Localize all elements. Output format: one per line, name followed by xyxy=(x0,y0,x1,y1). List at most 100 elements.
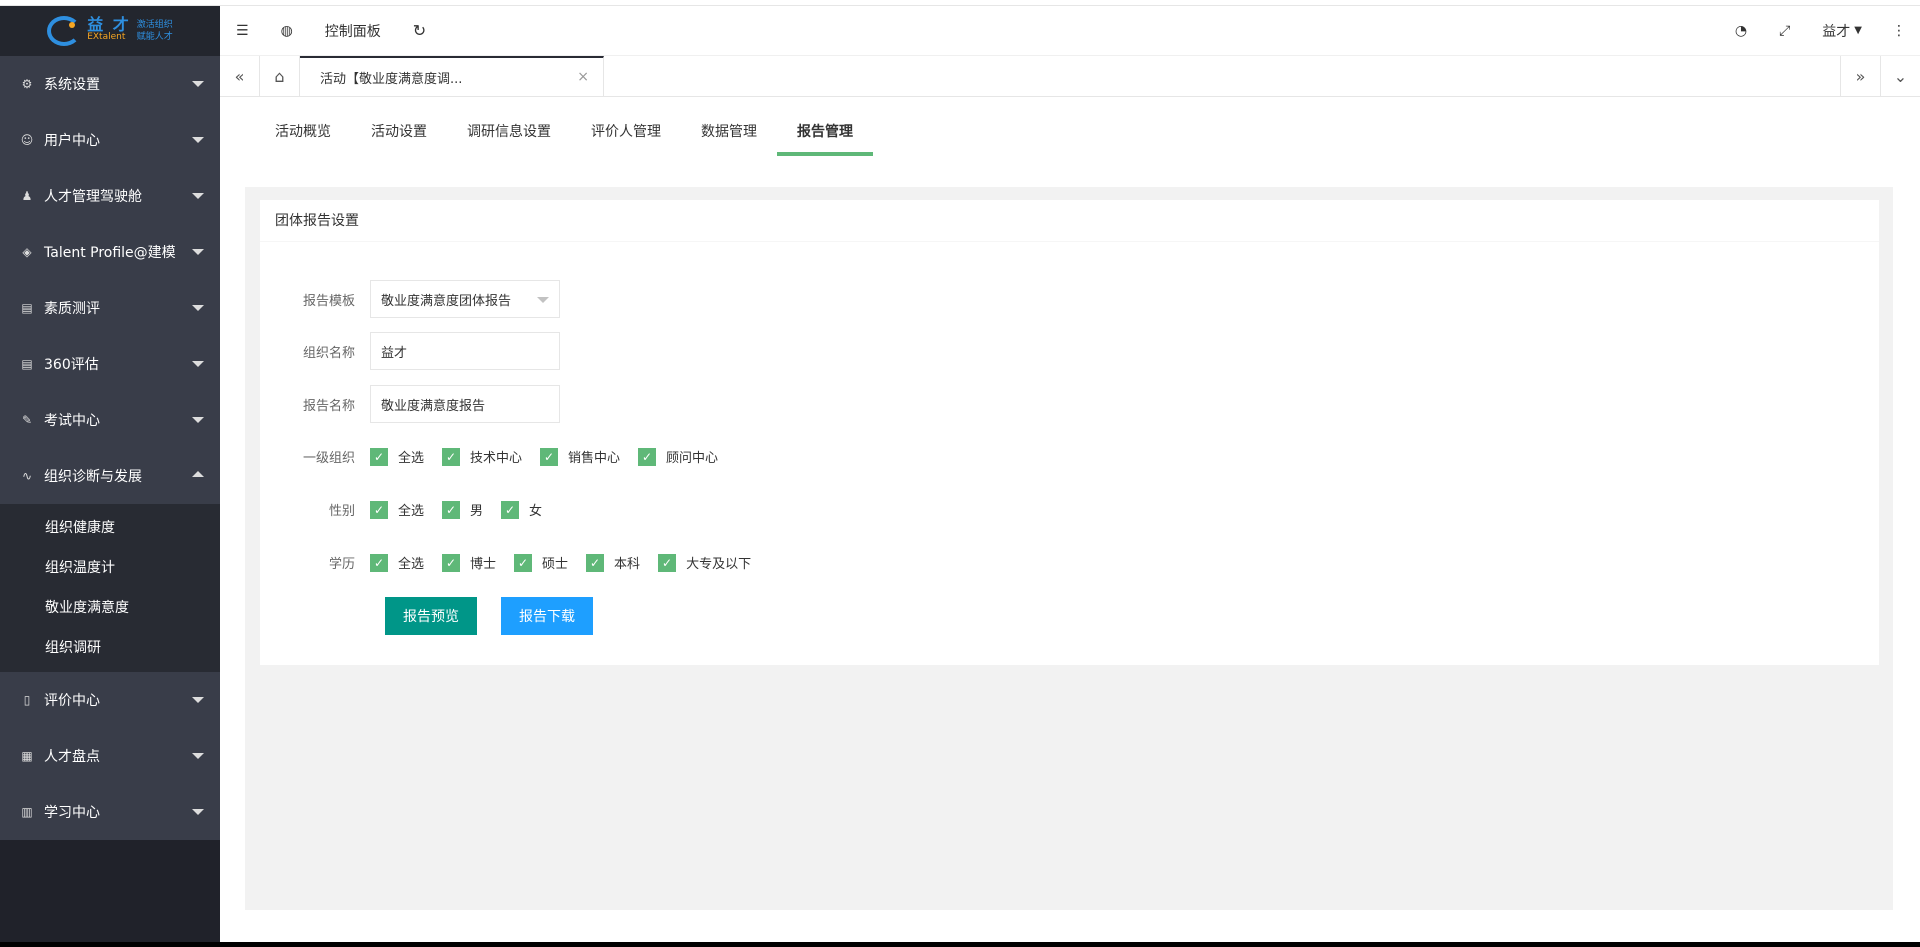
sidebar-submenu: 组织健康度 组织温度计 敬业度满意度 组织调研 xyxy=(0,504,220,672)
close-icon[interactable]: × xyxy=(577,69,589,85)
checkbox-master[interactable]: ✓ 硕士 xyxy=(514,553,568,572)
caret-down-icon xyxy=(537,297,549,303)
check-icon: ✓ xyxy=(370,500,388,519)
chevron-down-icon xyxy=(192,809,204,815)
chevron-down-icon xyxy=(192,193,204,199)
sidebar-menu: ⚙ 系统设置 ☺ 用户中心 ♟ 人才管理驾驶舱 ◈ Talent Profile@建模 … xyxy=(0,56,220,840)
sidebar-item-learning-center[interactable]: ▥ 学习中心 xyxy=(0,784,220,840)
logo[interactable]: 益 才 EXtalent 激活组织 赋能人才 xyxy=(0,6,220,56)
tabs-scroll-right-button[interactable]: » xyxy=(1840,56,1880,96)
report-name-input[interactable]: 敬业度满意度报告 xyxy=(370,385,560,423)
tab-activity-overview[interactable]: 活动概览 xyxy=(255,112,351,156)
sidebar-subitem-org-health[interactable]: 组织健康度 xyxy=(0,508,220,548)
sidebar-subitem-engagement[interactable]: 敬业度满意度 xyxy=(0,588,220,628)
check-icon: ✓ xyxy=(370,447,388,466)
checkbox-bachelor[interactable]: ✓ 本科 xyxy=(586,553,640,572)
sidebar-item-360[interactable]: ▤ 360评估 xyxy=(0,336,220,392)
sidebar-item-exam[interactable]: ✎ 考试中心 xyxy=(0,392,220,448)
sidebar-item-org-diagnosis[interactable]: ∿ 组织诊断与发展 xyxy=(0,448,220,504)
fullscreen-icon: ⤢ xyxy=(1779,22,1791,39)
checkbox-male[interactable]: ✓ 男 xyxy=(442,500,483,519)
logo-slogan-2: 赋能人才 xyxy=(136,32,173,42)
checkbox-sales-center[interactable]: ✓ 销售中心 xyxy=(540,447,620,466)
sidebar-item-user-center[interactable]: ☺ 用户中心 xyxy=(0,112,220,168)
report-download-button[interactable]: 报告下载 xyxy=(501,597,593,635)
dashboard-link[interactable]: 控制面板 xyxy=(309,6,397,56)
more-button[interactable]: ⋮ xyxy=(1878,6,1920,56)
checkbox-female[interactable]: ✓ 女 xyxy=(501,500,542,519)
check-icon: ✓ xyxy=(638,447,657,466)
website-button[interactable]: ◍ xyxy=(265,6,309,56)
home-icon: ⌂ xyxy=(274,66,285,86)
tab-evaluator-management[interactable]: 评价人管理 xyxy=(571,112,681,156)
chevron-down-icon xyxy=(192,81,204,87)
template-select[interactable]: 敬业度满意度团体报告 xyxy=(370,280,560,318)
user-menu[interactable]: 益才 ▼ xyxy=(1806,6,1878,56)
tablet-icon: ▯ xyxy=(23,693,31,707)
checkbox-edu-all[interactable]: ✓ 全选 xyxy=(370,553,424,572)
sidebar-subitem-org-thermometer[interactable]: 组织温度计 xyxy=(0,548,220,588)
clipboard-icon: ▤ xyxy=(21,357,33,371)
sidebar-item-evaluation-center[interactable]: ▯ 评价中心 xyxy=(0,672,220,728)
pulse-icon: ∿ xyxy=(21,469,33,483)
tab-current-activity[interactable]: 活动【敬业度满意度调... × xyxy=(300,56,604,96)
form-row-level1-org: 一级组织 ✓ 全选 ✓ 技术中心 ✓ 销售中心 ✓ 顾问中心 xyxy=(260,447,736,466)
logo-name-en: EXtalent xyxy=(87,32,126,42)
home-tab[interactable]: ⌂ xyxy=(260,56,300,96)
sidebar-item-assessment[interactable]: ▤ 素质测评 xyxy=(0,280,220,336)
grid-icon: ▦ xyxy=(21,749,33,763)
users-icon: ♟ xyxy=(21,189,33,203)
double-chevron-left-icon: « xyxy=(234,66,245,86)
book-icon: ▥ xyxy=(21,805,33,819)
tab-title: 活动【敬业度满意度调... xyxy=(320,71,463,87)
checkbox-consulting-center[interactable]: ✓ 顾问中心 xyxy=(638,447,718,466)
theme-button[interactable]: ◔ xyxy=(1719,6,1763,56)
fullscreen-button[interactable]: ⤢ xyxy=(1763,6,1806,56)
double-chevron-right-icon: » xyxy=(1855,66,1866,86)
chevron-down-icon xyxy=(192,753,204,759)
more-vertical-icon: ⋮ xyxy=(1892,22,1906,39)
tab-survey-info-settings[interactable]: 调研信息设置 xyxy=(447,112,571,156)
checkbox-level1-all[interactable]: ✓ 全选 xyxy=(370,447,424,466)
sidebar-item-talent-cockpit[interactable]: ♟ 人才管理驾驶舱 xyxy=(0,168,220,224)
check-icon: ✓ xyxy=(586,553,605,572)
check-icon: ✓ xyxy=(442,553,461,572)
check-icon: ✓ xyxy=(370,553,388,572)
check-icon: ✓ xyxy=(501,500,520,519)
tabs-scroll-left-button[interactable]: « xyxy=(220,56,260,96)
tab-report-management[interactable]: 报告管理 xyxy=(777,112,873,156)
education-label: 学历 xyxy=(328,557,355,572)
chevron-down-icon xyxy=(192,249,204,255)
template-label: 报告模板 xyxy=(302,293,355,309)
tab-activity-settings[interactable]: 活动设置 xyxy=(351,112,447,156)
checkbox-phd[interactable]: ✓ 博士 xyxy=(442,553,496,572)
gear-icon: ⚙ xyxy=(21,77,33,91)
refresh-button[interactable]: ↻ xyxy=(397,6,442,56)
sidebar-subitem-org-survey[interactable]: 组织调研 xyxy=(0,628,220,668)
report-name-label: 报告名称 xyxy=(302,398,355,414)
org-name-input[interactable]: 益才 xyxy=(370,332,560,370)
checkbox-tech-center[interactable]: ✓ 技术中心 xyxy=(442,447,522,466)
chevron-down-icon: ⌄ xyxy=(1893,66,1908,86)
form-row-actions: 报告预览 报告下载 xyxy=(385,597,593,635)
tabs-menu-button[interactable]: ⌄ xyxy=(1880,56,1920,96)
page-tabs-bar: « ⌂ 活动【敬业度满意度调... × » ⌄ xyxy=(220,56,1920,97)
sidebar-item-system-settings[interactable]: ⚙ 系统设置 xyxy=(0,56,220,112)
chevron-down-icon xyxy=(192,697,204,703)
globe-icon: ◍ xyxy=(280,22,293,39)
sidebar-item-talent-review[interactable]: ▦ 人才盘点 xyxy=(0,728,220,784)
group-report-card: 团体报告设置 报告模板 敬业度满意度团体报告 组织名称 益才 报告名称 敬业度满… xyxy=(260,200,1879,665)
checkbox-college-below[interactable]: ✓ 大专及以下 xyxy=(658,553,751,572)
collapse-menu-button[interactable]: ☰ xyxy=(220,6,265,56)
chevron-up-icon xyxy=(192,471,204,477)
sidebar-item-talent-profile[interactable]: ◈ Talent Profile@建模 xyxy=(0,224,220,280)
org-name-label: 组织名称 xyxy=(302,345,355,361)
tab-data-management[interactable]: 数据管理 xyxy=(681,112,777,156)
checkbox-gender-all[interactable]: ✓ 全选 xyxy=(370,500,424,519)
gender-label: 性别 xyxy=(328,504,355,519)
report-preview-button[interactable]: 报告预览 xyxy=(385,597,477,635)
form-row-education: 学历 ✓ 全选 ✓ 博士 ✓ 硕士 ✓ 本科 ✓ 大专及以下 xyxy=(260,553,769,572)
chevron-down-icon xyxy=(192,417,204,423)
form-row-report-name: 报告名称 敬业度满意度报告 xyxy=(260,385,560,423)
chevron-down-icon xyxy=(192,305,204,311)
